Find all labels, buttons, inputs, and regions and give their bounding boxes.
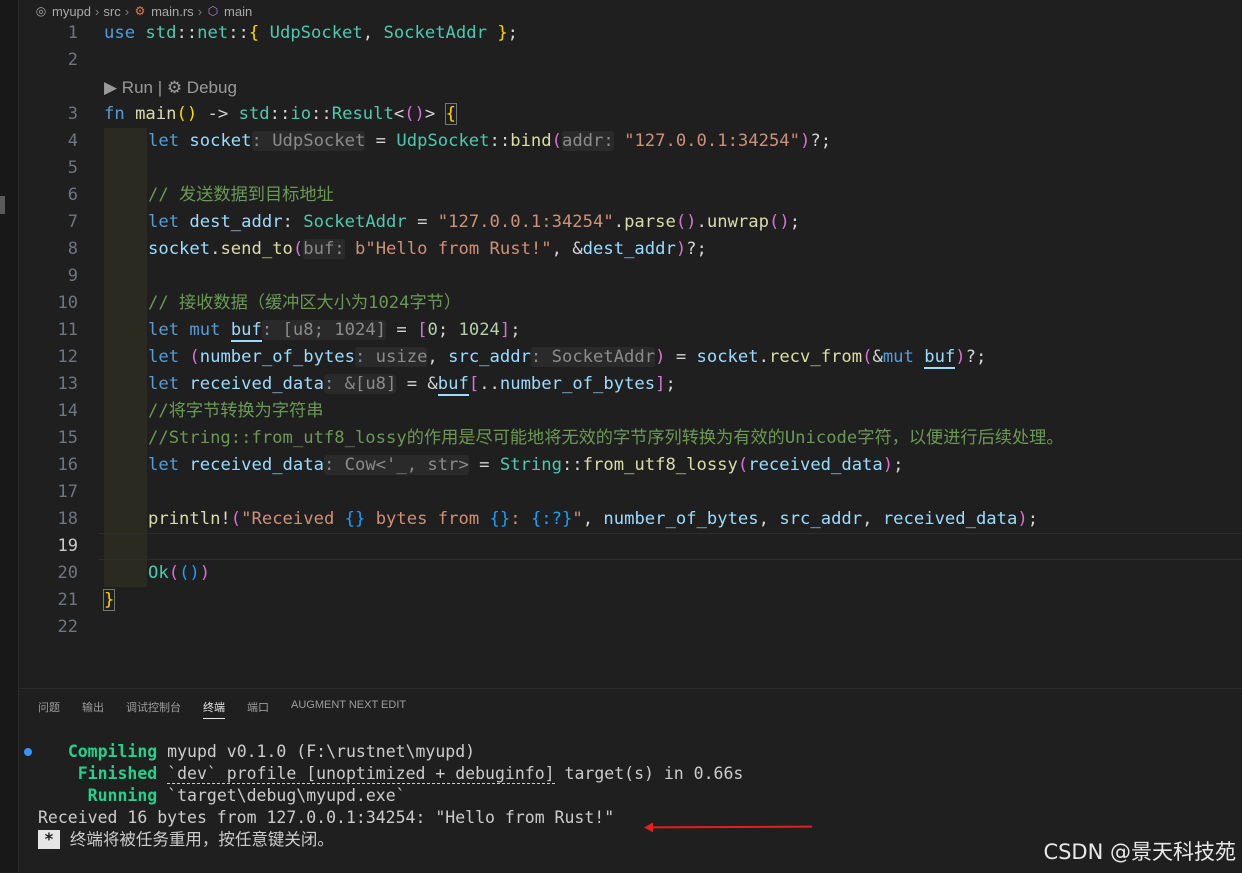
code-line-7[interactable]: let dest_addr: SocketAddr = "127.0.0.1:3…	[148, 209, 800, 236]
terminal-task-badge: *	[38, 830, 60, 849]
breadcrumb-item-src[interactable]: src	[103, 4, 120, 19]
current-line-highlight	[98, 533, 1242, 560]
breadcrumb-item-symbol[interactable]: main	[224, 4, 252, 19]
comment-line-14: //将字节转换为字符串	[148, 401, 324, 421]
terminal-line: Compiling myupd v0.1.0 (F:\rustnet\myupd…	[67, 742, 476, 761]
terminal-line: Running `target\debug\myupd.exe`	[87, 786, 406, 805]
tab-ports[interactable]: 端口	[247, 699, 269, 719]
line-number: 17	[57, 482, 78, 502]
breadcrumb-item-project[interactable]: myupd	[52, 4, 91, 19]
panel-tabs: 问题 输出 调试控制台 终端 端口 AUGMENT NEXT EDIT	[38, 699, 406, 719]
tab-debug-console[interactable]: 调试控制台	[126, 699, 181, 719]
indent-guide	[104, 344, 147, 371]
code-line-3[interactable]: fn main() -> std::io::Result<()> {	[104, 101, 458, 128]
indent-guide	[104, 182, 147, 209]
chevron-right-icon: ›	[124, 3, 130, 19]
indent-guide	[104, 452, 147, 479]
indent-guide	[104, 560, 147, 587]
cube-icon: ⬡	[207, 4, 219, 18]
code-editor[interactable]: 1 2 3 4 5 6 7 8 9 10 11 12 13 14 15 16 1…	[18, 20, 1242, 680]
tab-output[interactable]: 输出	[82, 699, 104, 719]
comment-line-6: // 发送数据到目标地址	[148, 185, 334, 205]
line-number: 2	[67, 50, 78, 70]
terminal-output[interactable]: Compiling myupd v0.1.0 (F:\rustnet\myupd…	[38, 741, 743, 851]
code-line-8[interactable]: socket.send_to(buf: b"Hello from Rust!",…	[148, 236, 707, 263]
chevron-right-icon: ›	[197, 3, 203, 19]
chevron-right-icon: ›	[95, 3, 100, 19]
rust-file-icon: ⚙	[134, 4, 146, 18]
comment-line-10: // 接收数据（缓冲区大小为1024字节）	[148, 293, 462, 313]
line-number: 3	[67, 104, 78, 124]
line-number: 14	[57, 401, 78, 421]
terminal-program-output: Received 16 bytes from 127.0.0.1:34254: …	[38, 808, 615, 827]
line-number: 1	[67, 23, 78, 43]
line-number: 21	[57, 590, 78, 610]
codelens-run-debug[interactable]: ▶ Run | ⚙ Debug	[104, 74, 237, 101]
indent-guide	[104, 236, 147, 263]
activity-indicator	[0, 196, 5, 214]
indent-guide	[104, 317, 147, 344]
indent-guide	[104, 209, 147, 236]
terminal-notice: 终端将被任务重用，按任意键关闭。	[69, 830, 334, 849]
line-number: 18	[57, 509, 78, 529]
indent-guide	[104, 425, 147, 452]
line-number: 6	[67, 185, 78, 205]
line-number: 9	[67, 266, 78, 286]
indent-guide	[104, 128, 147, 155]
terminal-status-dot-icon	[24, 748, 32, 756]
breadcrumb-item-file[interactable]: main.rs	[151, 4, 194, 19]
indent-guide	[104, 479, 147, 506]
line-number: 13	[57, 374, 78, 394]
indent-guide	[104, 290, 147, 317]
tab-augment-next-edit[interactable]: AUGMENT NEXT EDIT	[291, 699, 406, 719]
code-line-21[interactable]: }	[102, 587, 116, 614]
line-number: 11	[57, 320, 78, 340]
line-number-current: 19	[57, 536, 78, 556]
indent-guide	[104, 506, 147, 533]
line-number: 15	[57, 428, 78, 448]
line-number: 5	[67, 158, 78, 178]
watermark: CSDN @景天科技苑	[1043, 840, 1236, 864]
code-line-12[interactable]: let (number_of_bytes: usize, src_addr: S…	[148, 344, 986, 371]
breadcrumb: ◎ myupd › src › ⚙ main.rs › ⬡ main	[34, 1, 252, 21]
folder-icon: ◎	[35, 4, 47, 18]
line-number: 12	[57, 347, 78, 367]
code-line-4[interactable]: let socket: UdpSocket = UdpSocket::bind(…	[148, 128, 831, 155]
line-number: 20	[57, 563, 78, 583]
line-number: 7	[67, 212, 78, 232]
code-line-18[interactable]: println!("Received {} bytes from {}: {:?…	[148, 506, 1038, 533]
indent-guide	[104, 263, 147, 290]
line-number: 16	[57, 455, 78, 475]
code-line-1[interactable]: use std::net::{ UdpSocket, SocketAddr };	[104, 20, 518, 47]
terminal-line: Finished `dev` profile [unoptimized + de…	[77, 764, 744, 784]
line-number: 4	[67, 131, 78, 151]
line-number: 22	[57, 617, 78, 637]
code-line-11[interactable]: let mut buf: [u8; 1024] = [0; 1024];	[148, 317, 521, 344]
comment-line-15: //String::from_utf8_lossy的作用是尽可能地将无效的字节序…	[148, 428, 1064, 448]
code-line-20[interactable]: Ok(())	[148, 560, 210, 587]
line-number: 10	[57, 293, 78, 313]
tab-terminal[interactable]: 终端	[203, 699, 225, 719]
code-line-16[interactable]: let received_data: Cow<'_, str> = String…	[148, 452, 903, 479]
tab-problems[interactable]: 问题	[38, 699, 60, 719]
terminal-line: * 终端将被任务重用，按任意键关闭。	[38, 829, 743, 851]
indent-guide	[104, 371, 147, 398]
line-number: 8	[67, 239, 78, 259]
code-line-13[interactable]: let received_data: &[u8] = &buf[..number…	[148, 371, 676, 398]
activity-bar	[0, 0, 19, 872]
indent-guide	[104, 398, 147, 425]
indent-guide	[104, 155, 147, 182]
